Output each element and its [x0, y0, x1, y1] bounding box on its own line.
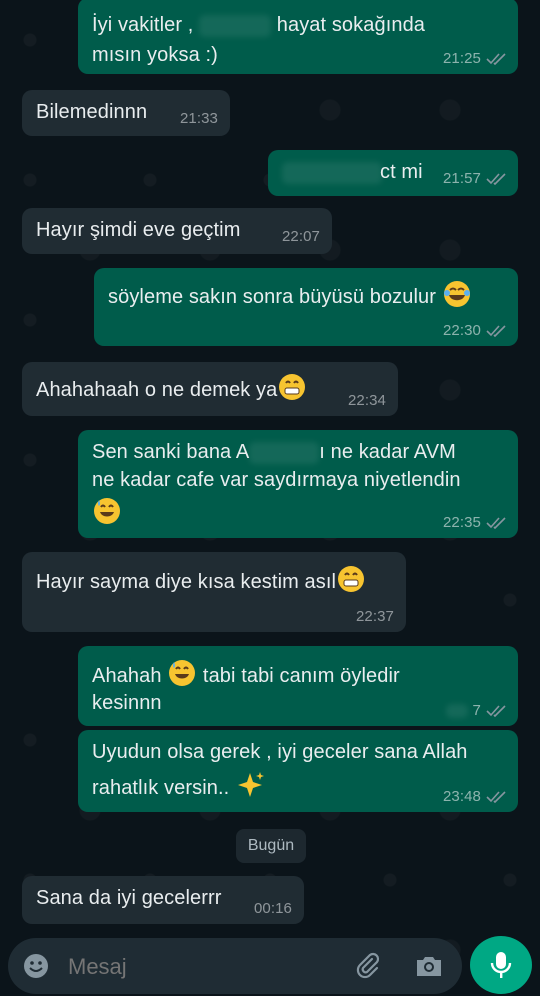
joy-emoji-icon: [442, 279, 472, 309]
message-time: 22:35: [442, 514, 481, 531]
message-time: 21:57: [442, 170, 481, 187]
message-time: 7: [472, 702, 481, 719]
redacted-text: [282, 162, 382, 184]
message-text: Sana da iyi gecelerrr: [36, 887, 222, 909]
message-incoming[interactable]: Sana da iyi gecelerrr 00:16: [22, 876, 304, 924]
message-text: Sen sanki bana A: [92, 441, 250, 463]
sparkles-emoji-icon: [235, 770, 265, 800]
message-text: Ahahah: [92, 665, 162, 687]
message-time: 22:34: [347, 392, 386, 409]
emoji-icon[interactable]: [22, 952, 50, 985]
double-check-icon: [486, 517, 506, 529]
message-text: ı ne kadar AVM: [319, 441, 456, 463]
message-meta: 7: [445, 702, 506, 720]
message-meta: 23:48: [443, 788, 506, 806]
sweat-smile-emoji-icon: [167, 658, 197, 688]
message-outgoing[interactable]: Uyudun olsa gerek , iyi geceler sana All…: [78, 730, 518, 812]
message-text: Hayır sayma diye kısa kestim asıl: [36, 571, 337, 593]
message-time: 23:48: [442, 788, 481, 805]
message-meta: 21:33: [180, 110, 218, 128]
message-incoming[interactable]: Hayır şimdi eve geçtim 22:07: [22, 208, 332, 254]
grin-emoji-icon: [277, 372, 307, 402]
double-check-icon: [486, 325, 506, 337]
message-text: Uyudun olsa gerek , iyi geceler sana All…: [92, 741, 468, 763]
message-outgoing[interactable]: Sen sanki bana A ı ne kadar AVM ne kadar …: [78, 430, 518, 538]
message-meta: 22:35: [443, 514, 506, 532]
grin-emoji-icon: [336, 564, 366, 594]
message-text: mısın yoksa :): [92, 44, 218, 66]
message-text: ne kadar cafe var saydırmaya niyetlendin: [92, 469, 461, 491]
message-time: 22:37: [355, 608, 394, 625]
sweat-smile-emoji-icon: [92, 496, 122, 526]
message-meta: 21:25: [443, 50, 506, 68]
message-text: Hayır şimdi eve geçtim: [36, 219, 241, 241]
message-text: Bilemedinnn: [36, 101, 148, 123]
message-outgoing[interactable]: ct mi 21:57: [268, 150, 518, 196]
message-time: 21:33: [179, 110, 218, 127]
message-text: hayat sokağında: [276, 14, 426, 36]
message-incoming[interactable]: Bilemedinnn 21:33: [22, 90, 230, 136]
message-text: Ahahahaah o ne demek ya: [36, 379, 278, 401]
message-meta: 22:37: [356, 608, 394, 626]
mic-icon: [490, 950, 512, 985]
message-time: 22:30: [442, 322, 481, 339]
message-meta: 21:57: [443, 170, 506, 188]
message-time: 00:16: [253, 900, 292, 917]
message-incoming[interactable]: Ahahahaah o ne demek ya 22:34: [22, 362, 398, 416]
message-text: tabi tabi canım öyledir: [202, 665, 400, 687]
send-voice-button[interactable]: [470, 936, 532, 994]
paperclip-icon[interactable]: [354, 952, 382, 985]
redacted-text: [249, 441, 320, 464]
double-check-icon: [486, 705, 506, 717]
double-check-icon: [486, 53, 506, 65]
date-separator: Bugün: [236, 829, 306, 863]
message-outgoing[interactable]: İyi vakitler , hayat sokağında mısın yok…: [78, 0, 518, 74]
message-input[interactable]: [66, 948, 340, 986]
message-text: rahatlık versin..: [92, 777, 230, 799]
message-meta: 00:16: [254, 900, 292, 918]
message-incoming[interactable]: Hayır sayma diye kısa kestim asıl 22:37: [22, 552, 406, 632]
message-text: İyi vakitler ,: [92, 14, 200, 36]
double-check-icon: [486, 173, 506, 185]
message-meta: 22:07: [282, 228, 320, 246]
camera-icon[interactable]: [414, 952, 444, 985]
redacted-text: [199, 14, 272, 37]
redacted-time: [445, 704, 468, 718]
message-text: kesinnn: [92, 692, 162, 714]
message-time: 21:25: [442, 50, 481, 67]
message-text: ct mi: [380, 161, 423, 183]
message-time: 22:07: [281, 228, 320, 245]
message-outgoing[interactable]: Ahahah tabi tabi canım öyledir kesinnn 7: [78, 646, 518, 726]
message-outgoing[interactable]: söyleme sakın sonra büyüsü bozulur 22:30: [94, 268, 518, 346]
double-check-icon: [486, 791, 506, 803]
message-composer[interactable]: [8, 938, 462, 994]
message-text: söyleme sakın sonra büyüsü bozulur: [108, 286, 437, 308]
message-meta: 22:30: [443, 322, 506, 340]
message-meta: 22:34: [348, 392, 386, 410]
